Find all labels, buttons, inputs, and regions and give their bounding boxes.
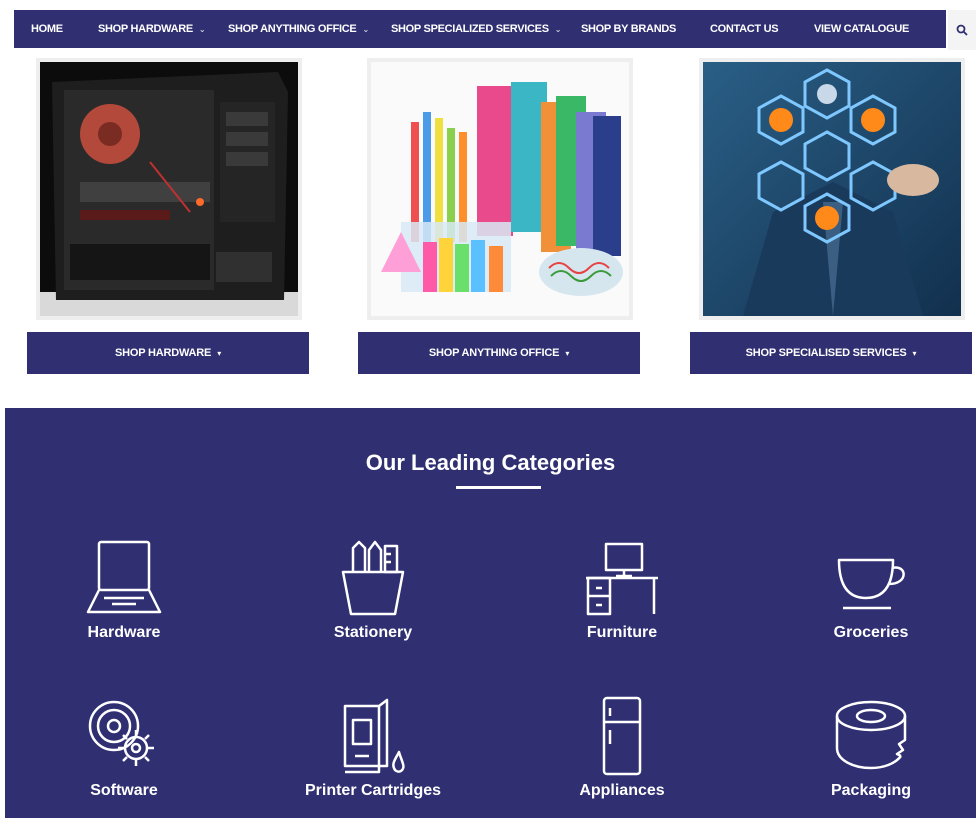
shop-specialised-services-button[interactable]: SHOP SPECIALISED SERVICES ▾ <box>690 332 972 374</box>
chevron-down-icon: ▾ <box>217 348 222 358</box>
category-label: Groceries <box>833 624 909 641</box>
nav-shop-anything-office[interactable]: SHOP ANYTHING OFFICE ⌄ <box>228 10 369 48</box>
category-furniture[interactable]: Furniture <box>512 538 732 642</box>
leading-categories-section: Our Leading Categories Hardware Statione… <box>5 408 976 818</box>
cartridge-icon <box>343 698 405 774</box>
title-underline <box>456 486 541 489</box>
stationery-image[interactable] <box>367 58 633 320</box>
nav-home-label: HOME <box>31 23 63 35</box>
nav-view-catalogue-label: VIEW CATALOGUE <box>814 23 909 35</box>
chevron-down-icon: ▾ <box>565 348 570 358</box>
category-stationery[interactable]: Stationery <box>263 538 483 642</box>
nav-shop-specialized-services[interactable]: SHOP SPECIALIZED SERVICES ⌄ <box>391 10 561 48</box>
pencil-cup-icon <box>341 540 405 616</box>
nav-shop-anything-office-label: SHOP ANYTHING OFFICE <box>228 23 357 35</box>
chevron-down-icon: ▾ <box>912 348 917 358</box>
desk-icon <box>586 542 658 616</box>
nav-shop-by-brands[interactable]: SHOP BY BRANDS <box>581 10 676 48</box>
nav-shop-hardware[interactable]: SHOP HARDWARE ⌄ <box>98 10 206 48</box>
search-button[interactable] <box>948 10 976 50</box>
category-hardware[interactable]: Hardware <box>14 538 234 642</box>
category-label: Furniture <box>586 624 658 641</box>
laptop-icon <box>86 540 162 614</box>
nav-view-catalogue[interactable]: VIEW CATALOGUE <box>814 10 909 48</box>
shop-anything-office-button-label: SHOP ANYTHING OFFICE <box>428 347 560 359</box>
computer-case-image[interactable] <box>36 58 302 320</box>
category-appliances[interactable]: Appliances <box>512 696 732 800</box>
fridge-icon <box>602 696 642 776</box>
category-software[interactable]: Software <box>14 696 234 800</box>
main-nav: HOME SHOP HARDWARE ⌄ SHOP ANYTHING OFFICE… <box>14 10 946 48</box>
shop-hardware-button-label: SHOP HARDWARE <box>114 347 212 359</box>
section-title: Our Leading Categories <box>365 450 616 475</box>
nav-home[interactable]: HOME <box>31 10 63 48</box>
shop-specialised-services-button-label: SHOP SPECIALISED SERVICES <box>745 347 907 359</box>
nav-shop-specialized-services-label: SHOP SPECIALIZED SERVICES <box>391 23 549 35</box>
category-label: Software <box>90 782 158 799</box>
stationery-illustration <box>371 62 629 316</box>
nav-shop-hardware-label: SHOP HARDWARE <box>98 23 193 35</box>
category-printer-cartridges[interactable]: Printer Cartridges <box>263 696 483 800</box>
services-image[interactable] <box>699 58 965 320</box>
category-groceries[interactable]: Groceries <box>761 538 976 642</box>
computer-case-illustration <box>40 62 298 316</box>
tape-icon <box>835 700 907 770</box>
nav-shop-by-brands-label: SHOP BY BRANDS <box>581 23 677 35</box>
category-packaging[interactable]: Packaging <box>761 696 976 800</box>
search-icon <box>956 24 968 36</box>
services-illustration <box>703 62 961 316</box>
category-label: Packaging <box>830 782 912 799</box>
category-label: Stationery <box>333 624 413 641</box>
shop-hardware-button[interactable]: SHOP HARDWARE ▾ <box>27 332 309 374</box>
cup-icon <box>837 558 905 610</box>
chevron-down-icon: ⌄ <box>362 24 369 34</box>
category-label: Appliances <box>579 782 665 799</box>
disc-gear-icon <box>88 700 154 766</box>
chevron-down-icon: ⌄ <box>198 24 206 34</box>
chevron-down-icon: ⌄ <box>554 24 562 34</box>
nav-contact-us-label: CONTACT US <box>710 23 779 35</box>
nav-contact-us[interactable]: CONTACT US <box>710 10 779 48</box>
category-label: Printer Cartridges <box>304 782 442 799</box>
shop-anything-office-button[interactable]: SHOP ANYTHING OFFICE ▾ <box>358 332 640 374</box>
category-label: Hardware <box>87 624 161 641</box>
